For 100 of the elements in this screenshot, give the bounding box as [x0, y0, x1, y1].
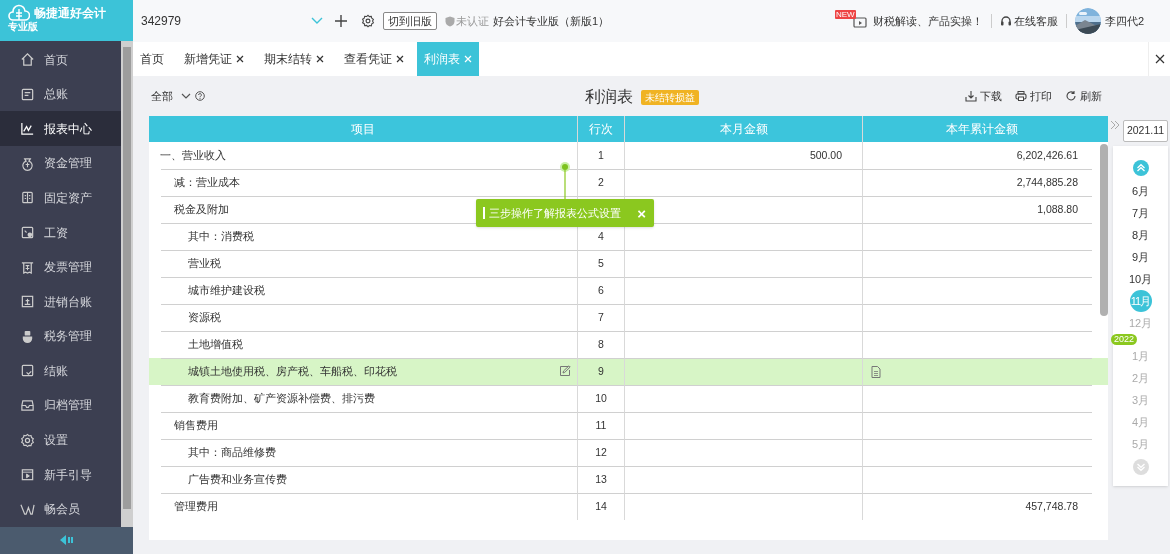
old-version-button[interactable]: 切到旧版 — [383, 12, 437, 30]
chevron-down-icon — [311, 17, 323, 25]
table-cell: 减：营业成本 — [161, 169, 577, 196]
chart-icon — [20, 121, 35, 137]
download-icon — [965, 90, 977, 102]
table-cell: 其中：商品维修费 — [161, 439, 577, 466]
cert-status: 未认证 — [456, 13, 489, 29]
sidebar-item[interactable]: 税务管理 — [0, 319, 121, 354]
refresh-icon — [1065, 90, 1077, 102]
table-cell: 管理费用 — [161, 493, 577, 520]
table-cell: 500.00 — [624, 142, 862, 169]
chevron-down-icon — [181, 93, 191, 99]
month-item[interactable]: 8月 — [1129, 224, 1152, 246]
tv-icon — [852, 15, 867, 28]
headset-icon — [999, 15, 1012, 27]
sidebar-item[interactable]: 归档管理 — [0, 388, 121, 423]
month-item[interactable]: 6月 — [1129, 180, 1152, 202]
sidebar-item[interactable]: 资金管理 — [0, 146, 121, 181]
table-cell: 广告费和业务宣传费 — [161, 466, 577, 493]
sidebar-item[interactable]: 工资 — [0, 215, 121, 250]
table-cell: 城镇土地使用税、房产税、车船税、印花税 — [161, 358, 577, 385]
collapse-button[interactable] — [0, 526, 133, 554]
table-cell: 14 — [577, 493, 624, 520]
table-cell: 销售费用 — [161, 412, 577, 439]
month-item[interactable]: 10月 — [1128, 268, 1153, 290]
invoice-icon — [20, 259, 35, 275]
table-cell: 11 — [577, 412, 624, 439]
table-cell: 457,748.78 — [862, 493, 1092, 520]
table-cell: 6,202,426.61 — [862, 142, 1092, 169]
scrollbar[interactable] — [121, 41, 133, 527]
support-link[interactable]: 在线客服 — [1013, 13, 1058, 29]
table-cell: 8 — [577, 331, 624, 358]
edit-icon — [559, 365, 571, 377]
toolbar-button[interactable]: 刷新 — [1065, 87, 1102, 105]
filter-dropdown[interactable]: 全部 — [149, 87, 193, 105]
month-item[interactable]: 7月 — [1129, 202, 1152, 224]
user-name: 李四代2 — [1104, 13, 1144, 29]
chevron-down-icon — [1132, 459, 1149, 475]
column-header: 项目 — [350, 121, 376, 138]
shield-icon — [445, 15, 455, 27]
payroll-icon — [20, 225, 35, 240]
brand-name: 畅捷通好会计 — [34, 5, 106, 21]
plus-icon — [335, 15, 347, 27]
table-cell: 7 — [577, 304, 624, 331]
month-item[interactable]: 9月 — [1129, 246, 1152, 268]
year-badge: 2022 — [1111, 334, 1138, 345]
sidebar-item[interactable]: 新手引导 — [0, 457, 121, 492]
edition-label: 专业版 — [8, 22, 39, 32]
help-icon — [195, 91, 205, 101]
table-cell: 1 — [577, 142, 624, 169]
sidebar-item[interactable]: 报表中心 — [0, 111, 121, 147]
sidebar-item[interactable]: 设置 — [0, 422, 121, 458]
tab[interactable]: 期末结转 — [257, 42, 331, 76]
period-field[interactable]: 2021.11 — [1123, 120, 1168, 142]
tab[interactable]: 首页 — [133, 42, 171, 76]
table-cell: 1,088.80 — [862, 196, 1092, 223]
new-badge: NEW — [834, 10, 856, 19]
product-name: 好会计专业版（新版1） — [493, 13, 610, 29]
printer-icon — [1015, 90, 1027, 102]
settings-icon — [20, 432, 35, 448]
news-link[interactable]: 财税解读、产品实操！ — [872, 13, 983, 29]
sidebar-item[interactable]: 进销台账 — [0, 284, 121, 319]
tab[interactable]: 新增凭证 — [177, 42, 251, 76]
tax-icon — [20, 328, 35, 344]
building-icon — [20, 190, 35, 206]
cloud-icon — [8, 4, 30, 22]
toolbar-button[interactable]: 下载 — [965, 87, 1002, 105]
column-header: 本月金额 — [624, 116, 862, 142]
status-badge: 未结转损益 — [641, 89, 699, 105]
table-cell: 2 — [577, 169, 624, 196]
sidebar-item[interactable]: 发票管理 — [0, 249, 121, 285]
table-cell: 城市维护建设税 — [161, 277, 577, 304]
sidebar-item[interactable]: 首页 — [0, 42, 121, 77]
report-title: 利润表 — [585, 87, 633, 107]
table-cell: 资源税 — [161, 304, 577, 331]
table-cell: 13 — [577, 466, 624, 493]
table-cell: 教育费附加、矿产资源补偿费、排污费 — [161, 385, 577, 412]
table-cell: 6 — [577, 277, 624, 304]
toolbar-button[interactable]: 打印 — [1015, 87, 1052, 105]
collapse-icon — [59, 535, 74, 546]
sidebar-item[interactable]: 固定资产 — [0, 180, 121, 216]
scrollbar[interactable] — [1100, 144, 1108, 316]
sidebar-item[interactable]: 畅会员 — [0, 491, 121, 527]
settings-icon — [361, 14, 375, 28]
chevron-up-icon — [1132, 160, 1149, 176]
sidebar-item[interactable]: 总账 — [0, 76, 121, 112]
table-cell: 营业税 — [161, 250, 577, 277]
tab[interactable]: 查看凭证 — [337, 42, 411, 76]
account-name: 342979 — [141, 13, 183, 29]
table-cell: 12 — [577, 439, 624, 466]
sidebar-item[interactable]: 结账 — [0, 353, 121, 389]
checkout-icon — [20, 363, 35, 379]
ledger-icon — [20, 86, 35, 102]
tray-icon — [20, 398, 35, 413]
column-header: 本年累计金额 — [862, 116, 1100, 142]
document-icon — [871, 366, 881, 378]
table-cell-text: 一、营业收入 — [159, 147, 227, 163]
money-bag-icon — [20, 155, 35, 171]
ledger-book-icon — [20, 294, 35, 310]
table-cell: 10 — [577, 385, 624, 412]
